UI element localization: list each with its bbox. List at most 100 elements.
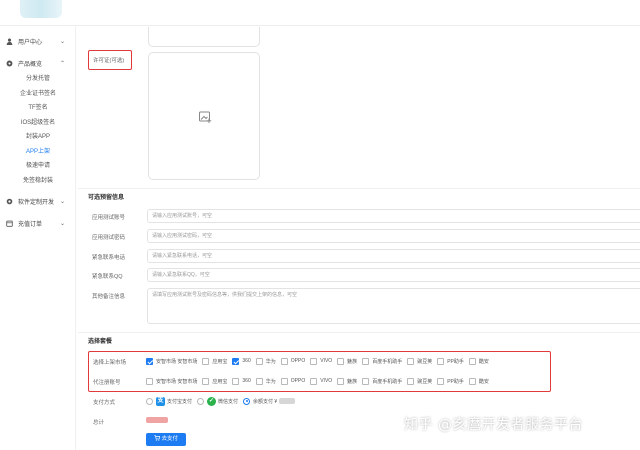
sidebar-item-no-sign-wrap[interactable]: 免签稳封装 — [0, 176, 76, 186]
checkbox[interactable] — [468, 357, 476, 365]
option-label: 安智市场 安智市场 — [156, 358, 198, 365]
market-option-meizu[interactable]: 魅族 — [337, 357, 358, 365]
checkbox[interactable] — [337, 357, 345, 365]
checkbox[interactable] — [146, 377, 153, 385]
sidebar-group-label: 用户中心 — [18, 39, 43, 46]
checkbox[interactable] — [337, 377, 345, 385]
option-label: PP助手 — [447, 378, 464, 385]
license-upload-box[interactable] — [148, 52, 260, 180]
account-option-vivo[interactable]: VIVO — [310, 377, 333, 385]
checkbox[interactable] — [362, 357, 370, 365]
option-label: 支付宝支付 — [167, 398, 193, 405]
option-label: 360 — [242, 378, 251, 384]
checkbox[interactable] — [310, 357, 318, 365]
sidebar-item-enterprise-cert[interactable]: 企业证书签名 — [0, 89, 76, 99]
option-label: 魅族 — [347, 358, 358, 365]
top-header — [0, 0, 640, 26]
balance-amount-blurred — [279, 398, 296, 404]
checkbox[interactable] — [232, 357, 240, 365]
account-options: 安智市场 安智市场 应用宝 360 华为 OPPO VIVO 魅族 百度手机助手… — [146, 376, 494, 386]
checkbox[interactable] — [255, 357, 263, 365]
option-label: 豌豆荚 — [417, 358, 433, 365]
checkbox[interactable] — [146, 357, 153, 365]
sidebar-item-ios-super-sign[interactable]: IOS超级签名 — [0, 118, 76, 128]
previous-upload-box[interactable] — [148, 27, 260, 47]
sidebar-group-product-overview[interactable]: 产品概览 ⌃ — [0, 56, 76, 70]
option-label: 酷安 — [478, 378, 489, 385]
checkbox[interactable] — [407, 377, 415, 385]
checkbox[interactable] — [468, 377, 476, 385]
remarks-textarea[interactable]: 请填写应用测试账号及密码信息等，供我们提交上架的信息，可空 — [147, 288, 640, 324]
checkbox[interactable] — [280, 377, 288, 385]
payment-option-balance[interactable]: 余额支付 ¥ — [243, 397, 296, 405]
checkbox[interactable] — [407, 357, 415, 365]
payment-option-alipay[interactable]: 支 支付宝支付 — [146, 396, 193, 406]
market-option-360[interactable]: 360 — [232, 357, 251, 365]
payment-option-wechat[interactable]: ✓ 微信支付 — [197, 396, 238, 406]
market-option-wandoujia[interactable]: 豌豆荚 — [407, 357, 433, 365]
field-label-remarks: 其他备注信息 — [92, 294, 126, 300]
divider — [78, 332, 640, 333]
sidebar-group-label: 产品概览 — [18, 61, 43, 68]
chevron-down-icon: ⌄ — [60, 38, 66, 45]
radio[interactable] — [146, 397, 153, 405]
account-option-wandoujia[interactable]: 豌豆荚 — [407, 377, 432, 385]
checkbox[interactable] — [202, 357, 210, 365]
option-label: 华为 — [265, 378, 276, 385]
checkbox[interactable] — [437, 377, 445, 385]
total-label: 总计 — [93, 420, 105, 426]
checkbox[interactable] — [310, 377, 318, 385]
sidebar-group-label: 软件定制开发 — [18, 199, 55, 206]
market-option-oppo[interactable]: OPPO — [280, 357, 306, 365]
checkbox[interactable] — [280, 357, 288, 365]
option-label: 百度手机助手 — [372, 358, 403, 365]
checkbox[interactable] — [232, 377, 240, 385]
checkbox[interactable] — [202, 377, 210, 385]
market-option-yyb[interactable]: 应用宝 — [202, 357, 228, 365]
order-icon — [6, 220, 13, 227]
sidebar-item-fast-apply[interactable]: 极速申请 — [0, 161, 76, 171]
account-option-pp[interactable]: PP助手 — [437, 377, 464, 385]
product-icon — [6, 60, 13, 67]
sidebar-group-user-center[interactable]: 用户中心 ⌄ — [0, 34, 76, 48]
account-option-huawei[interactable]: 华为 — [255, 377, 276, 385]
account-option-anzhi[interactable]: 安智市场 安智市场 — [146, 377, 197, 385]
account-option-baidu[interactable]: 百度手机助手 — [362, 377, 402, 385]
account-option-yyb[interactable]: 应用宝 — [202, 377, 227, 385]
radio[interactable] — [197, 397, 205, 405]
account-option-oppo[interactable]: OPPO — [280, 377, 305, 385]
option-label: OPPO — [290, 358, 306, 364]
checkbox[interactable] — [255, 377, 263, 385]
emergency-qq-input[interactable]: 请输入紧急联系QQ，可空 — [147, 268, 640, 282]
sidebar-group-custom-dev[interactable]: 软件定制开发 ⌄ — [0, 194, 76, 208]
radio[interactable] — [243, 397, 251, 405]
market-option-vivo[interactable]: VIVO — [310, 357, 332, 365]
market-option-huawei[interactable]: 华为 — [255, 357, 276, 365]
sidebar-item-app-launch[interactable]: APP上架 — [0, 147, 76, 157]
account-option-kuan[interactable]: 酷安 — [468, 377, 489, 385]
pay-button[interactable]: 去支付 — [146, 433, 186, 446]
account-option-360[interactable]: 360 — [232, 377, 251, 385]
wechat-icon: ✓ — [207, 396, 217, 406]
option-label: 应用宝 — [212, 358, 228, 365]
field-label-emergency-qq: 紧急联系QQ — [92, 274, 123, 280]
option-label: 360 — [242, 358, 251, 364]
account-option-meizu[interactable]: 魅族 — [337, 377, 357, 385]
emergency-phone-input[interactable]: 请输入紧急联系电话，可空 — [147, 249, 640, 263]
test-account-input[interactable]: 请输入应用测试账号，可空 — [147, 209, 640, 223]
market-option-baidu[interactable]: 百度手机助手 — [362, 357, 403, 365]
market-option-kuan[interactable]: 酷安 — [468, 357, 489, 365]
checkbox[interactable] — [437, 357, 445, 365]
market-option-pp[interactable]: PP助手 — [437, 357, 464, 365]
sidebar-item-distribution[interactable]: 分发托管 — [0, 74, 76, 84]
option-label: VIVO — [320, 378, 333, 384]
sidebar-item-wrap-app[interactable]: 封装APP — [0, 132, 76, 142]
checkbox[interactable] — [362, 377, 370, 385]
account-row-label: 代注册账号 — [93, 380, 121, 386]
sidebar-item-tf-sign[interactable]: TF签名 — [0, 103, 76, 113]
test-password-input[interactable]: 请输入应用测试密码，可空 — [147, 229, 640, 243]
market-option-anzhi[interactable]: 安智市场 安智市场 — [146, 357, 198, 365]
optional-info-title: 可选预留信息 — [88, 195, 125, 201]
option-label: 余额支付 ¥ — [253, 398, 278, 405]
sidebar-group-recharge-orders[interactable]: 充值订单 ⌄ — [0, 216, 76, 230]
